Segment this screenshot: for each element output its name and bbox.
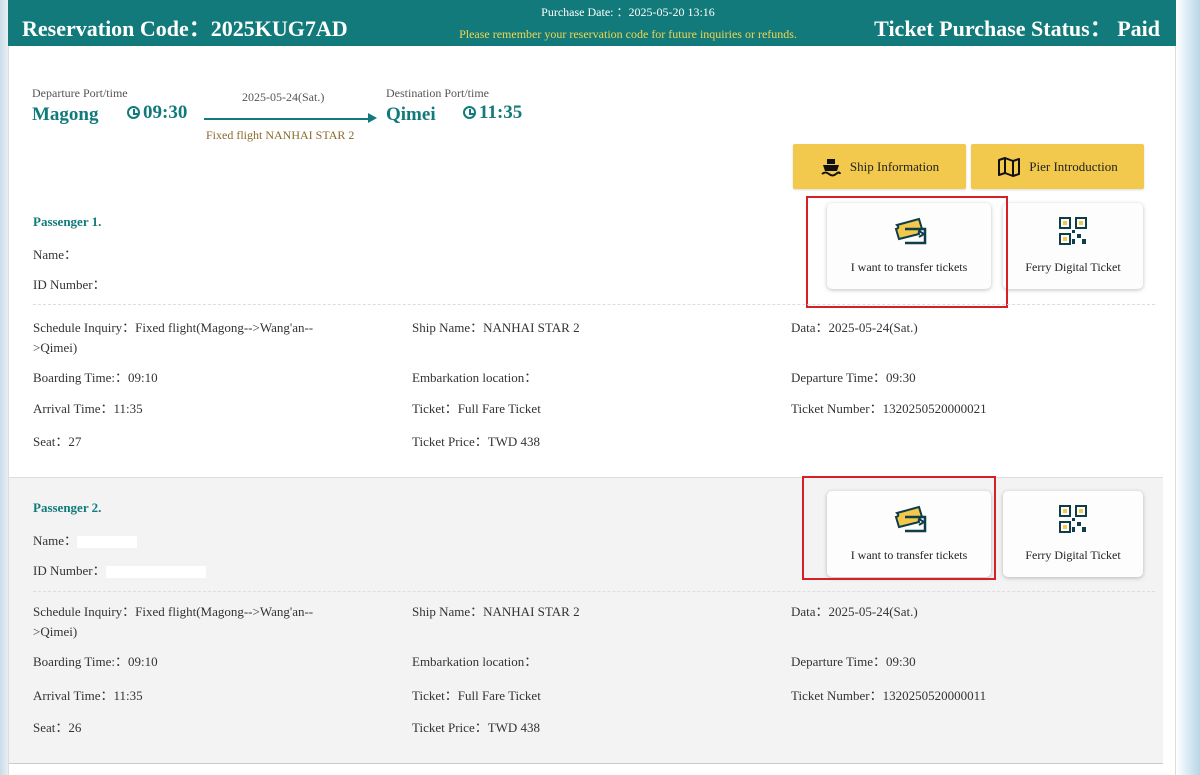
- seat-number: Seat：27: [33, 434, 82, 449]
- qr-code-icon: [1059, 217, 1087, 245]
- ticket-number: Ticket Number：1320250520000011: [791, 688, 987, 703]
- ferry-digital-ticket-button[interactable]: Ferry Digital Ticket: [1003, 491, 1143, 577]
- seat-number: Seat：26: [33, 720, 82, 735]
- highlight-box: [806, 196, 1008, 308]
- passenger-id: ID Number：: [33, 274, 186, 293]
- passenger-title: Passenger 2.: [33, 500, 102, 515]
- ticket-type: Ticket：Full Fare Ticket: [412, 688, 541, 703]
- pier-introduction-button[interactable]: Pier Introduction: [971, 144, 1144, 189]
- purchase-status: Ticket Purchase Status： Paid: [874, 16, 1160, 41]
- departure-time: 09:30: [127, 102, 187, 124]
- section-divider: [33, 304, 1155, 305]
- redacted-name: [77, 250, 118, 263]
- route-date: 2025-05-24(Sat.): [242, 90, 325, 104]
- schedule-inquiry: Schedule Inquiry：Fixed flight(Magong-->W…: [33, 320, 314, 355]
- map-icon: [998, 156, 1021, 177]
- schedule-inquiry: Schedule Inquiry：Fixed flight(Magong-->W…: [33, 604, 314, 639]
- arrival-time-detail: Arrival Time：11:35: [33, 401, 143, 416]
- redacted-name: [77, 536, 138, 549]
- ship-name: Ship Name：NANHAI STAR 2: [412, 604, 580, 619]
- ticket-price: Ticket Price：TWD 438: [412, 434, 541, 449]
- passenger-name: Name：: [33, 244, 118, 263]
- departure-label: Departure Port/time: [32, 86, 128, 100]
- ticket-number: Ticket Number：1320250520000021: [791, 401, 987, 416]
- passenger-title: Passenger 1.: [33, 214, 102, 229]
- reservation-header: Reservation Code：2025KUG7AD Purchase Dat…: [8, 0, 1176, 46]
- flight-name: Fixed flight NANHAI STAR 2: [206, 128, 355, 142]
- highlight-box: [802, 476, 996, 580]
- sailing-date: Data：2025-05-24(Sat.): [791, 320, 918, 335]
- ship-icon: [821, 158, 841, 176]
- destination-label: Destination Port/time: [386, 86, 489, 100]
- departure-time-detail: Departure Time：09:30: [791, 654, 916, 669]
- route-line: [204, 118, 372, 120]
- arrival-time-detail: Arrival Time：11:35: [33, 688, 143, 703]
- passenger-card-1: Passenger 1. Name： ID Number： I want to …: [9, 196, 1163, 477]
- reservation-reminder: Please remember your reservation code fo…: [459, 27, 797, 41]
- ship-name: Ship Name：NANHAI STAR 2: [412, 320, 580, 335]
- purchase-date: Purchase Date: ：2025-05-20 13:16: [541, 5, 715, 19]
- ticket-price: Ticket Price：TWD 438: [412, 720, 541, 735]
- embarkation-location: Embarkation location：: [412, 654, 538, 669]
- sailing-date: Data：2025-05-24(Sat.): [791, 604, 918, 619]
- passenger-name: Name：: [33, 530, 138, 549]
- route-arrow-icon: [368, 113, 377, 123]
- ferry-digital-ticket-button[interactable]: Ferry Digital Ticket: [1003, 203, 1143, 289]
- ship-information-button[interactable]: Ship Information: [793, 144, 966, 189]
- arrival-time: 11:35: [463, 102, 522, 124]
- departure-time-detail: Departure Time：09:30: [791, 370, 916, 385]
- passenger-card-2: Passenger 2. Name： ID Number： I want to …: [9, 476, 1163, 764]
- boarding-time: Boarding Time:：09:10: [33, 370, 158, 385]
- departure-port: Magong: [32, 104, 99, 125]
- redacted-id: [105, 566, 206, 579]
- clock-icon: [127, 106, 140, 119]
- qr-code-icon: [1059, 505, 1087, 533]
- clock-icon: [463, 106, 476, 119]
- destination-port: Qimei: [386, 104, 436, 125]
- redacted-id: [105, 280, 186, 293]
- passenger-id: ID Number：: [33, 560, 206, 579]
- section-divider: [33, 591, 1155, 592]
- reservation-code: Reservation Code：2025KUG7AD: [22, 16, 348, 41]
- purchase-info: Purchase Date: ：2025-05-20 13:16 Please …: [428, 4, 828, 42]
- ticket-type: Ticket：Full Fare Ticket: [412, 401, 541, 416]
- embarkation-location: Embarkation location：: [412, 370, 538, 385]
- boarding-time: Boarding Time:：09:10: [33, 654, 158, 669]
